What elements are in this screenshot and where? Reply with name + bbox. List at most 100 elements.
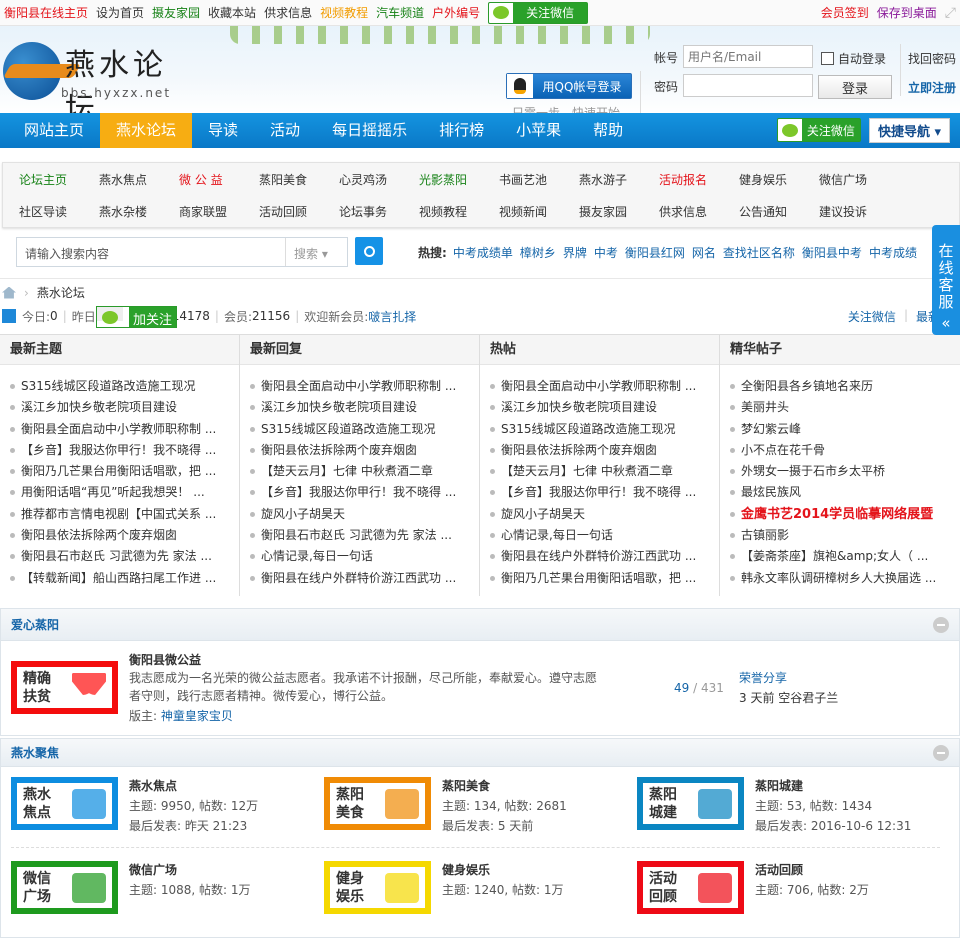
collapse-icon[interactable] (933, 745, 949, 761)
nav-item[interactable]: 网站主页 (0, 113, 100, 148)
hot-search-link[interactable]: 中考成绩 (869, 246, 917, 260)
newest-member-link[interactable]: 啵言扎择 (368, 308, 416, 325)
forum-name[interactable]: 活动回顾 (755, 861, 803, 878)
hot-search-link[interactable]: 樟树乡 (520, 246, 556, 260)
nav-item[interactable]: 每日摇摇乐 (316, 113, 423, 148)
post-link[interactable]: 最炫民族风 (730, 482, 960, 503)
nav-item[interactable]: 帮助 (577, 113, 639, 148)
hot-search-link[interactable]: 衡阳县红网 (625, 246, 685, 260)
subnav-item[interactable]: 活动报名 (651, 171, 731, 188)
logo[interactable]: 燕水论坛 bbs.hyxzx.net (2, 38, 193, 127)
forum-name[interactable]: 蒸阳美食 (442, 777, 490, 794)
top-link[interactable]: 衡阳县在线主页 (4, 4, 88, 21)
nav-wechat-button[interactable]: 关注微信 (776, 118, 861, 142)
search-type-select[interactable]: 搜索 ▾ (285, 238, 347, 266)
qq-login-button[interactable]: 用QQ帐号登录 (506, 73, 632, 99)
top-wechat-button[interactable]: 关注微信 (488, 1, 589, 24)
subnav-item[interactable]: 活动回顾 (251, 203, 331, 220)
subnav-item[interactable]: 论坛事务 (331, 203, 411, 220)
subnav-item[interactable]: 燕水杂楼 (91, 203, 171, 220)
forum-name[interactable]: 衡阳县微公益 (129, 651, 201, 668)
hot-search-link[interactable]: 查找社区名称 (723, 246, 795, 260)
follow-wechat-link[interactable]: 关注微信 (848, 308, 896, 325)
subnav-item[interactable]: 蒸阳美食 (251, 171, 331, 188)
post-link[interactable]: 全衡阳县各乡镇地名来历 (730, 376, 960, 397)
post-link[interactable]: 衡阳乃几芒果台用衡阳话唱歌，把 ... (10, 461, 239, 482)
subnav-item[interactable]: 健身娱乐 (731, 171, 811, 188)
nav-item[interactable]: 燕水论坛 (100, 113, 193, 148)
login-button[interactable]: 登录 (818, 75, 892, 99)
nav-item[interactable]: 小苹果 (500, 113, 577, 148)
collapse-icon[interactable] (933, 617, 949, 633)
forum-name[interactable]: 微信广场 (129, 861, 177, 878)
subnav-item[interactable]: 公告通知 (731, 203, 811, 220)
forum-thumb[interactable]: 微信广场 (11, 861, 118, 914)
forum-thumb[interactable]: 健身娱乐 (324, 861, 431, 914)
last-post-user[interactable]: 空谷君子兰 (778, 691, 838, 705)
subnav-item[interactable]: 论坛主页 (11, 171, 91, 188)
subnav-item[interactable]: 视频新闻 (491, 203, 571, 220)
section-title[interactable]: 燕水聚焦 (11, 746, 59, 760)
post-link[interactable]: 衡阳县依法拆除两个废弃烟囱 (250, 440, 479, 461)
post-link[interactable]: 【转载新闻】船山西路扫尾工作进 ... (10, 568, 239, 589)
forum-thumb[interactable]: 蒸阳美食 (324, 777, 431, 830)
find-password-link[interactable]: 找回密码 (908, 50, 956, 67)
post-link[interactable]: 溪江乡加快乡敬老院项目建设 (490, 397, 719, 418)
signin-link[interactable]: 会员签到 (821, 4, 869, 21)
follow-overlay-button[interactable]: 加关注 (96, 306, 178, 328)
hot-search-link[interactable]: 界牌 (563, 246, 587, 260)
subnav-item[interactable]: 心灵鸡汤 (331, 171, 411, 188)
post-link[interactable]: 衡阳县全面启动中小学教师职称制 ... (490, 376, 719, 397)
post-link[interactable]: 【楚天云月】七律 中秋煮酒二章 (490, 461, 719, 482)
forum-thumb[interactable]: 蒸阳城建 (637, 777, 744, 830)
search-button[interactable] (355, 237, 383, 265)
hot-search-link[interactable]: 网名 (692, 246, 716, 260)
forum-thumb[interactable]: 精确扶贫 (11, 661, 118, 714)
save-desktop-link[interactable]: 保存到桌面 (877, 4, 937, 21)
home-icon[interactable] (2, 286, 16, 299)
top-link[interactable]: 供求信息 (264, 4, 312, 21)
post-link[interactable]: 衡阳县在线户外群特价游江西武功 ... (490, 546, 719, 567)
post-link[interactable]: 旋风小子胡昊天 (250, 504, 479, 525)
post-link[interactable]: 旋风小子胡昊天 (490, 504, 719, 525)
subnav-item[interactable]: 燕水游子 (571, 171, 651, 188)
password-input[interactable] (683, 74, 813, 97)
post-link[interactable]: 用衡阳话唱“再见”听起我想哭！ ... (10, 482, 239, 503)
subnav-item[interactable]: 书画艺池 (491, 171, 571, 188)
forum-name[interactable]: 燕水焦点 (129, 777, 177, 794)
subnav-item[interactable]: 光影蒸阳 (411, 171, 491, 188)
nav-item[interactable]: 导读 (192, 113, 254, 148)
last-post-title[interactable]: 荣誉分享 (739, 669, 787, 686)
forum-name[interactable]: 蒸阳城建 (755, 777, 803, 794)
subnav-item[interactable]: 摄友家园 (571, 203, 651, 220)
moderator-link[interactable]: 神童皇家宝贝 (161, 709, 233, 723)
top-link[interactable]: 视频教程 (320, 4, 368, 21)
post-link[interactable]: 【楚天云月】七律 中秋煮酒二章 (250, 461, 479, 482)
post-link[interactable]: 小不点在花千骨 (730, 440, 960, 461)
subnav-item[interactable]: 微信广场 (811, 171, 891, 188)
search-input[interactable]: 请输入搜索内容 (17, 238, 285, 266)
breadcrumb-current[interactable]: 燕水论坛 (37, 284, 85, 301)
post-link[interactable]: 衡阳乃几芒果台用衡阳话唱歌，把 ... (490, 568, 719, 589)
top-link[interactable]: 摄友家园 (152, 4, 200, 21)
post-link[interactable]: 衡阳县依法拆除两个废弃烟囱 (10, 525, 239, 546)
forum-name[interactable]: 健身娱乐 (442, 861, 490, 878)
forum-thumb[interactable]: 燕水焦点 (11, 777, 118, 830)
post-link[interactable]: 外甥女一摄于石市乡太平桥 (730, 461, 960, 482)
top-link[interactable]: 收藏本站 (208, 4, 256, 21)
forum-thumb[interactable]: 活动回顾 (637, 861, 744, 914)
quick-nav-button[interactable]: 快捷导航 ▾ (868, 118, 950, 143)
subnav-item[interactable]: 社区导读 (11, 203, 91, 220)
top-link[interactable]: 设为首页 (96, 4, 144, 21)
post-link[interactable]: 衡阳县在线户外群特价游江西武功 ... (250, 568, 479, 589)
nav-item[interactable]: 活动 (254, 113, 316, 148)
section-title[interactable]: 爱心蒸阳 (11, 618, 59, 632)
post-link[interactable]: S315线城区段道路改造施工现况 (10, 376, 239, 397)
subnav-item[interactable]: 建议投诉 (811, 203, 891, 220)
hot-search-link[interactable]: 中考成绩单 (453, 246, 513, 260)
online-service-tab[interactable]: 在线客服 « (932, 225, 960, 335)
hot-search-link[interactable]: 衡阳县中考 (802, 246, 862, 260)
account-input[interactable] (683, 45, 813, 68)
post-link[interactable]: 【乡音】我服达你甲行！我不晓得 ... (490, 482, 719, 503)
post-link[interactable]: 【乡音】我服达你甲行！我不晓得 ... (250, 482, 479, 503)
